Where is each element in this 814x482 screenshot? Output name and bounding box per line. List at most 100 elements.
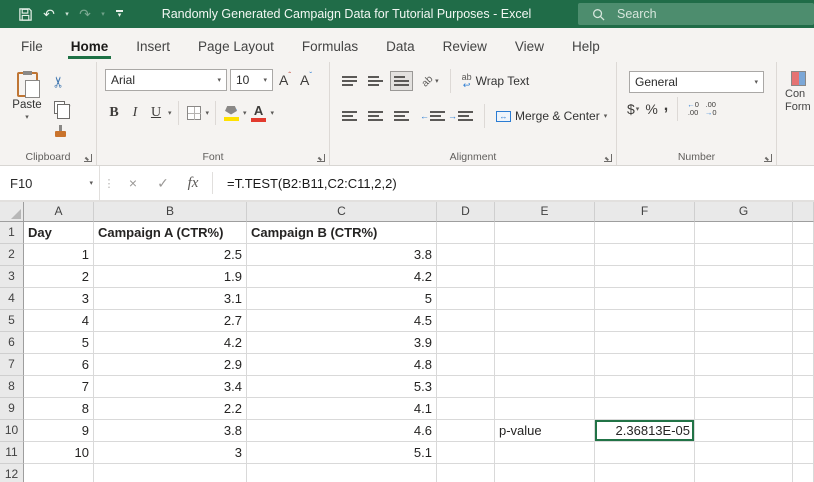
cell-E10[interactable]: p-value [495, 420, 595, 442]
tab-file[interactable]: File [8, 31, 56, 60]
cell-F9[interactable] [595, 398, 695, 420]
cell-G7[interactable] [695, 354, 793, 376]
cell-A3[interactable]: 2 [24, 266, 94, 288]
tab-data[interactable]: Data [373, 31, 428, 60]
column-header-E[interactable]: E [495, 202, 595, 222]
row-header-2[interactable]: 2 [0, 244, 24, 266]
save-button[interactable] [14, 3, 36, 25]
align-right-button[interactable] [390, 106, 413, 126]
cell-C9[interactable]: 4.1 [247, 398, 437, 420]
cell-H6[interactable] [793, 332, 814, 354]
cell-G1[interactable] [695, 222, 793, 244]
tab-help[interactable]: Help [559, 31, 613, 60]
cell-B6[interactable]: 4.2 [94, 332, 247, 354]
underline-button[interactable]: U [147, 102, 165, 124]
cut-button[interactable]: ✂ [52, 71, 71, 93]
cell-H2[interactable] [793, 244, 814, 266]
cell-C6[interactable]: 3.9 [247, 332, 437, 354]
cell-H11[interactable] [793, 442, 814, 464]
grow-font-button[interactable]: Aˆ [276, 69, 294, 91]
search-input[interactable] [617, 7, 767, 21]
decrease-indent-button[interactable]: ← [420, 110, 445, 122]
column-header-G[interactable]: G [695, 202, 793, 222]
cancel-button[interactable]: × [118, 166, 148, 200]
cell-C1[interactable]: Campaign B (CTR%) [247, 222, 437, 244]
column-header-C[interactable]: C [247, 202, 437, 222]
cell-E2[interactable] [495, 244, 595, 266]
undo-caret-icon[interactable]: ▾ [62, 10, 72, 18]
cell-A1[interactable]: Day [24, 222, 94, 244]
row-header-9[interactable]: 9 [0, 398, 24, 420]
cell-B1[interactable]: Campaign A (CTR%) [94, 222, 247, 244]
cell-F4[interactable] [595, 288, 695, 310]
cell-D3[interactable] [437, 266, 495, 288]
accounting-format-button[interactable]: $▾ [627, 101, 639, 117]
cell-A11[interactable]: 10 [24, 442, 94, 464]
cell-G4[interactable] [695, 288, 793, 310]
undo-button[interactable]: ↶ [38, 3, 60, 25]
cell-B11[interactable]: 3 [94, 442, 247, 464]
cell-G6[interactable] [695, 332, 793, 354]
search-box[interactable] [578, 3, 814, 25]
cell-H8[interactable] [793, 376, 814, 398]
row-header-10[interactable]: 10 [0, 420, 24, 442]
cell-D11[interactable] [437, 442, 495, 464]
cell-H10[interactable] [793, 420, 814, 442]
cell-F3[interactable] [595, 266, 695, 288]
cell-C10[interactable]: 4.6 [247, 420, 437, 442]
orientation-button[interactable]: ab▾ [422, 71, 439, 91]
cell-D8[interactable] [437, 376, 495, 398]
tab-page-layout[interactable]: Page Layout [185, 31, 287, 60]
column-header-B[interactable]: B [94, 202, 247, 222]
tab-formulas[interactable]: Formulas [289, 31, 371, 60]
column-header-D[interactable]: D [437, 202, 495, 222]
cell-A6[interactable]: 5 [24, 332, 94, 354]
number-dialog-launcher[interactable] [764, 154, 772, 162]
bold-button[interactable]: B [105, 102, 123, 124]
conditional-formatting-button[interactable]: Con Form [779, 88, 814, 114]
cell-H12[interactable] [793, 464, 814, 482]
redo-button[interactable]: ↷ [74, 3, 96, 25]
font-name-select[interactable]: Arial▾ [105, 69, 227, 91]
cell-C7[interactable]: 4.8 [247, 354, 437, 376]
percent-style-button[interactable]: % [645, 101, 657, 117]
column-header-partial[interactable] [793, 202, 814, 222]
cell-F8[interactable] [595, 376, 695, 398]
paste-button[interactable]: Paste ▾ [6, 69, 48, 143]
row-header-5[interactable]: 5 [0, 310, 24, 332]
row-header-11[interactable]: 11 [0, 442, 24, 464]
wrap-text-button[interactable]: ab↩ Wrap Text [462, 70, 530, 92]
row-header-1[interactable]: 1 [0, 222, 24, 244]
cell-B7[interactable]: 2.9 [94, 354, 247, 376]
row-header-3[interactable]: 3 [0, 266, 24, 288]
cell-A10[interactable]: 9 [24, 420, 94, 442]
cell-A7[interactable]: 6 [24, 354, 94, 376]
cell-A4[interactable]: 3 [24, 288, 94, 310]
cell-A9[interactable]: 8 [24, 398, 94, 420]
cell-E7[interactable] [495, 354, 595, 376]
cell-D6[interactable] [437, 332, 495, 354]
cell-B9[interactable]: 2.2 [94, 398, 247, 420]
cell-G12[interactable] [695, 464, 793, 482]
cell-H4[interactable] [793, 288, 814, 310]
bottom-align-button[interactable] [390, 71, 413, 91]
font-size-select[interactable]: 10▾ [230, 69, 273, 91]
cell-E8[interactable] [495, 376, 595, 398]
cell-C12[interactable] [247, 464, 437, 482]
cell-G11[interactable] [695, 442, 793, 464]
name-box[interactable]: F10 ▾ [0, 166, 100, 200]
tab-review[interactable]: Review [430, 31, 500, 60]
copy-button[interactable]: ▾ [52, 96, 71, 118]
clipboard-dialog-launcher[interactable] [84, 154, 92, 162]
cell-E4[interactable] [495, 288, 595, 310]
formula-input[interactable]: =T.TEST(B2:B11,C2:C11,2,2) [217, 166, 814, 200]
column-header-A[interactable]: A [24, 202, 94, 222]
column-header-F[interactable]: F [595, 202, 695, 222]
number-format-select[interactable]: General▾ [629, 71, 764, 93]
cell-D2[interactable] [437, 244, 495, 266]
tab-insert[interactable]: Insert [123, 31, 183, 60]
cell-D5[interactable] [437, 310, 495, 332]
cell-H1[interactable] [793, 222, 814, 244]
font-dialog-launcher[interactable] [317, 154, 325, 162]
cell-E3[interactable] [495, 266, 595, 288]
